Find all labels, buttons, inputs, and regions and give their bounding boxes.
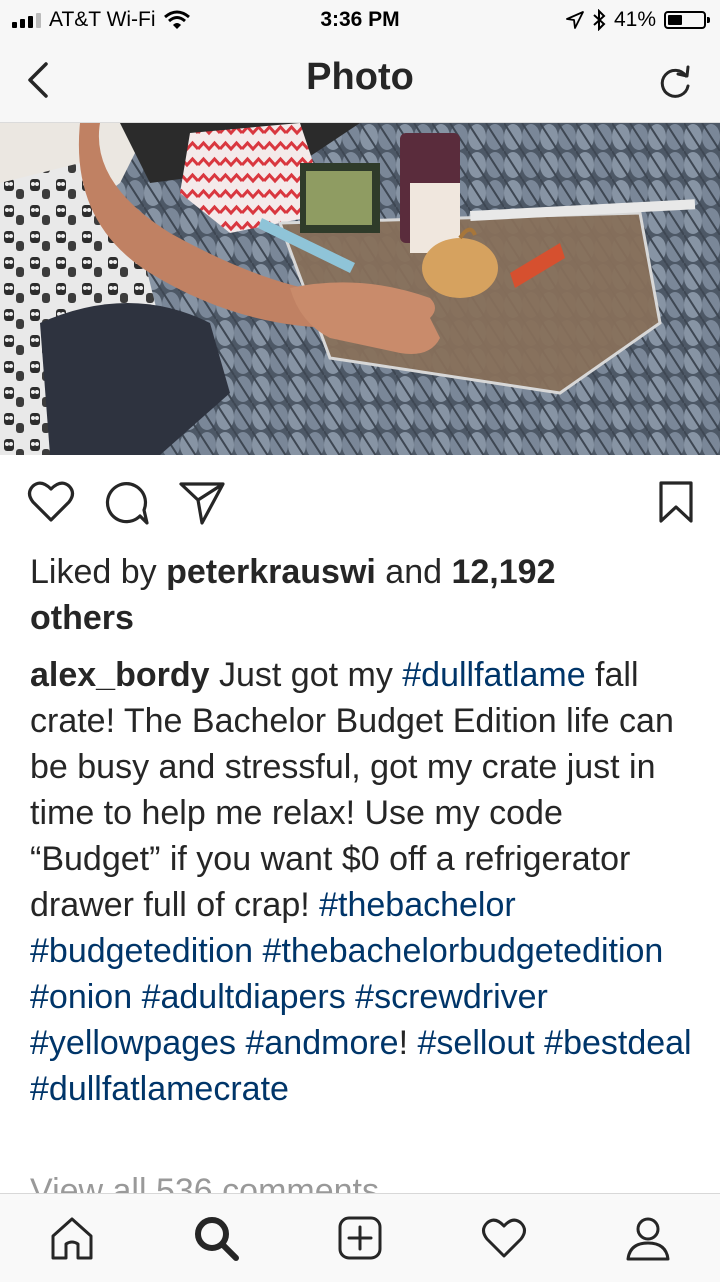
hashtag[interactable]: #adultdiapers (142, 978, 346, 1016)
liked-by-username[interactable]: peterkrauswi (166, 553, 376, 591)
like-heart-icon[interactable] (27, 480, 75, 524)
status-bar: AT&T Wi-Fi 3:36 PM 41% (0, 0, 720, 40)
bluetooth-icon (593, 9, 606, 31)
caption-text: fall crate! The Bachelor Budget Edition … (30, 656, 674, 924)
likes-others[interactable]: others (30, 599, 134, 637)
caption-username[interactable]: alex_bordy (30, 656, 210, 694)
status-bar-right: 41% (566, 8, 710, 32)
caption-text: ! (398, 1024, 418, 1062)
hashtag[interactable]: #thebachelorbudgetedition (263, 932, 664, 970)
hashtag[interactable]: #thebachelor (319, 886, 516, 924)
profile-icon[interactable] (624, 1214, 672, 1262)
battery-level (668, 15, 682, 25)
navigation-bar: Photo (0, 40, 720, 123)
hashtag[interactable]: #onion (30, 978, 132, 1016)
comment-icon[interactable] (104, 480, 150, 526)
search-icon[interactable] (192, 1214, 240, 1262)
hashtag[interactable]: #dullfatlame (402, 656, 585, 694)
post-photo[interactable] (0, 123, 720, 455)
hashtag[interactable]: #budgetedition (30, 932, 253, 970)
post-photo-illustration (0, 123, 720, 455)
hashtag[interactable]: #yellowpages (30, 1024, 236, 1062)
battery-icon (664, 11, 710, 29)
likes-prefix: Liked by (30, 553, 167, 591)
hashtag[interactable]: #andmore (245, 1024, 398, 1062)
activity-heart-icon[interactable] (480, 1214, 528, 1262)
hashtag[interactable]: #screwdriver (355, 978, 548, 1016)
likes-count[interactable]: 12,192 (451, 553, 555, 591)
refresh-icon[interactable] (656, 60, 696, 104)
bottom-tab-bar (0, 1193, 720, 1282)
likes-connector: and (375, 553, 452, 591)
post-actions (0, 480, 720, 530)
location-arrow-icon (566, 11, 584, 29)
save-bookmark-icon[interactable] (658, 480, 694, 524)
hashtag[interactable]: #bestdeal (544, 1024, 691, 1062)
share-send-icon[interactable] (178, 480, 226, 526)
page-title: Photo (306, 56, 414, 98)
hashtag[interactable]: #sellout (418, 1024, 535, 1062)
add-post-icon[interactable] (336, 1214, 384, 1262)
hashtag[interactable]: #dullfatlamecrate (30, 1070, 289, 1108)
battery-percentage: 41% (613, 8, 656, 31)
likes-summary[interactable]: Liked by peterkrauswi and 12,192 others (30, 549, 690, 641)
home-icon[interactable] (48, 1214, 96, 1262)
caption-text: Just got my (209, 656, 403, 694)
post-caption: alex_bordy Just got my #dullfatlame fall… (30, 652, 700, 1112)
